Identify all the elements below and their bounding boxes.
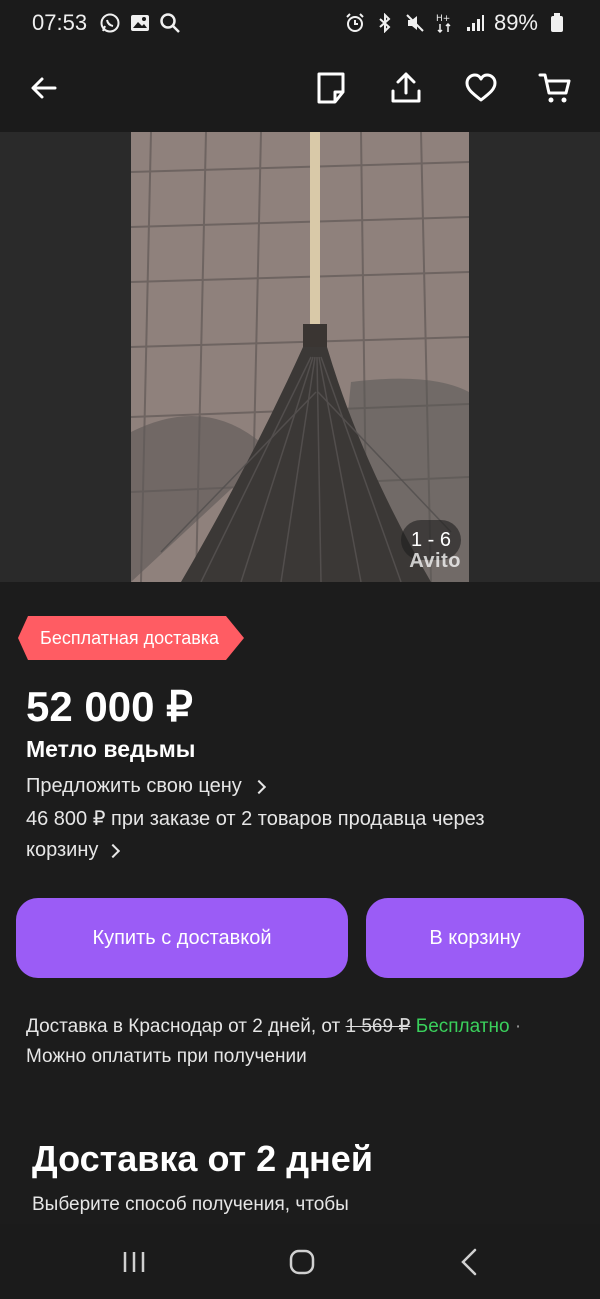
- battery-level: 89%: [493, 10, 538, 35]
- recent-apps-icon: [123, 1252, 145, 1272]
- free-delivery-badge: Бесплатная доставка: [18, 616, 244, 660]
- favorite-heart-icon: [465, 73, 497, 102]
- photo-gallery[interactable]: 1 - 6 Avito: [0, 132, 600, 582]
- alarm-icon: [344, 12, 366, 34]
- system-nav-bar: [0, 1224, 600, 1299]
- note-icon: [317, 72, 345, 104]
- share-icon: [391, 72, 421, 103]
- whatsapp-icon: [99, 12, 121, 34]
- delivery-info: Доставка в Краснодар от 2 дней, от 1 569…: [26, 1012, 586, 1072]
- cart-button[interactable]: [533, 66, 577, 110]
- bulk-discount-link[interactable]: 46 800 ₽ при заказе от 2 товаров продавц…: [26, 804, 546, 866]
- app-toolbar: [0, 46, 600, 132]
- search-icon: [159, 12, 181, 34]
- offer-price-label: Предложить свою цену: [26, 775, 242, 797]
- avito-watermark: Avito: [409, 550, 461, 572]
- network-hplus-icon: H+: [434, 12, 456, 34]
- bulk-discount-text: 46 800 ₽ при заказе от 2 товаров продавц…: [26, 808, 485, 861]
- product-title: Метло ведьмы: [26, 736, 196, 762]
- status-bar: 07:53 H+ 89%: [0, 0, 600, 46]
- back-arrow-icon: [31, 77, 57, 99]
- chevron-right-icon: [105, 843, 121, 859]
- delivery-section-text: Выберите способ получения, чтобы: [32, 1194, 349, 1215]
- status-time: 07:53: [32, 10, 88, 35]
- chevron-left-icon: [461, 1248, 477, 1276]
- buy-with-delivery-label: Купить с доставкой: [92, 926, 272, 949]
- payment-on-receipt: Можно оплатить при получении: [26, 1046, 307, 1067]
- system-back-button[interactable]: [450, 1242, 490, 1282]
- chevron-right-icon: [251, 779, 266, 794]
- product-details: Бесплатная доставка 52 000 ₽ Метло ведьм…: [0, 582, 600, 1224]
- product-photo[interactable]: 1 - 6 Avito: [131, 132, 469, 582]
- add-to-cart-button[interactable]: В корзину: [366, 898, 584, 978]
- offer-price-link[interactable]: Предложить свою цену: [26, 775, 266, 798]
- delivery-separator: ·: [509, 1016, 522, 1037]
- cart-icon: [538, 73, 571, 103]
- favorite-button[interactable]: [459, 66, 503, 110]
- gallery-icon: [129, 12, 151, 34]
- delivery-old-price: 1 569 ₽: [345, 1016, 411, 1037]
- buy-with-delivery-button[interactable]: Купить с доставкой: [16, 898, 348, 978]
- mute-icon: [404, 12, 426, 34]
- delivery-section-title: Доставка от 2 дней: [32, 1138, 373, 1179]
- status-right-icons: H+ 89%: [344, 10, 568, 36]
- delivery-prefix: Доставка в Краснодар от 2 дней, от: [26, 1016, 346, 1037]
- svg-text:H+: H+: [436, 14, 450, 24]
- back-button[interactable]: [22, 66, 66, 110]
- status-left-icons: [99, 12, 181, 34]
- battery-icon: [546, 12, 568, 34]
- recent-apps-button[interactable]: [114, 1242, 154, 1282]
- delivery-free-label: Бесплатно: [415, 1016, 510, 1037]
- signal-icon: [464, 12, 486, 34]
- product-price: 52 000 ₽: [26, 683, 193, 730]
- note-button[interactable]: [309, 66, 353, 110]
- add-to-cart-label: В корзину: [429, 926, 521, 949]
- home-icon: [289, 1249, 315, 1275]
- share-button[interactable]: [384, 66, 428, 110]
- bluetooth-icon: [374, 12, 396, 34]
- home-button[interactable]: [282, 1242, 322, 1282]
